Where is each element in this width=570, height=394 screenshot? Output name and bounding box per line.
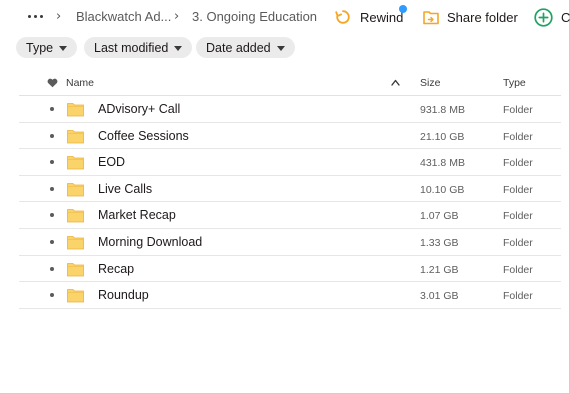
row-bullet-icon bbox=[50, 266, 54, 271]
row-name[interactable]: Live Calls bbox=[98, 182, 152, 196]
folder-icon bbox=[67, 209, 84, 223]
table-row[interactable]: Coffee Sessions 21.10 GB Folder bbox=[19, 123, 561, 150]
breadcrumb-item-parent[interactable]: Blackwatch Ad... bbox=[76, 9, 171, 24]
filter-last-modified[interactable]: Last modified bbox=[84, 37, 193, 58]
filter-last-modified-label: Last modified bbox=[94, 40, 169, 55]
filter-date-added-label: Date added bbox=[206, 40, 271, 55]
row-type: Folder bbox=[503, 290, 533, 303]
filter-type-label: Type bbox=[26, 40, 54, 55]
row-bullet-icon bbox=[50, 133, 54, 138]
folder-icon bbox=[67, 103, 84, 117]
table-row[interactable]: Recap 1.21 GB Folder bbox=[19, 256, 561, 283]
row-name[interactable]: ADvisory+ Call bbox=[98, 102, 180, 116]
row-size: 10.10 GB bbox=[420, 183, 465, 196]
row-bullet-icon bbox=[50, 186, 54, 191]
row-size: 1.33 GB bbox=[420, 237, 459, 249]
caret-down-icon bbox=[174, 46, 183, 51]
table-row[interactable]: Roundup 3.01 GB Folder bbox=[19, 282, 561, 309]
rewind-icon bbox=[335, 10, 350, 24]
create-button[interactable]: C bbox=[534, 5, 570, 29]
table-header: Name Size Type bbox=[19, 70, 561, 96]
row-name[interactable]: Roundup bbox=[98, 288, 149, 302]
row-type: Folder bbox=[503, 210, 533, 223]
row-type: Folder bbox=[503, 263, 533, 276]
row-size: 1.21 GB bbox=[420, 263, 459, 276]
row-type: Folder bbox=[503, 130, 533, 143]
folder-icon bbox=[67, 262, 84, 276]
row-size: 431.8 MB bbox=[420, 157, 465, 170]
row-name[interactable]: Market Recap bbox=[98, 208, 176, 222]
top-bar: › Blackwatch Ad... › 3. Ongoing Educatio… bbox=[0, 0, 570, 34]
filter-date-added[interactable]: Date added bbox=[196, 37, 295, 58]
row-size: 3.01 GB bbox=[420, 290, 459, 303]
chevron-right-icon: › bbox=[174, 9, 180, 24]
folder-icon bbox=[67, 236, 84, 250]
row-name[interactable]: EOD bbox=[98, 155, 125, 169]
column-header-size[interactable]: Size bbox=[420, 77, 440, 89]
table-row[interactable]: Morning Download 1.33 GB Folder bbox=[19, 229, 561, 256]
sort-ascending-icon[interactable] bbox=[391, 79, 400, 86]
caret-down-icon bbox=[276, 46, 285, 51]
row-name[interactable]: Coffee Sessions bbox=[98, 129, 189, 143]
more-options-icon[interactable] bbox=[28, 9, 44, 23]
window-frame: › Blackwatch Ad... › 3. Ongoing Educatio… bbox=[0, 0, 570, 394]
table-row[interactable]: Market Recap 1.07 GB Folder bbox=[19, 202, 561, 229]
plus-circle-icon bbox=[534, 7, 553, 27]
row-type: Folder bbox=[503, 183, 533, 196]
table-row[interactable]: Live Calls 10.10 GB Folder bbox=[19, 176, 561, 203]
rewind-button[interactable]: Rewind bbox=[334, 5, 403, 29]
table-row[interactable]: ADvisory+ Call 931.8 MB Folder bbox=[19, 96, 561, 123]
row-type: Folder bbox=[503, 157, 533, 170]
filter-type[interactable]: Type bbox=[16, 37, 78, 58]
row-bullet-icon bbox=[50, 213, 54, 218]
row-bullet-icon bbox=[50, 240, 54, 244]
chevron-right-icon: › bbox=[56, 9, 62, 24]
folder-icon bbox=[67, 129, 84, 143]
row-size: 1.07 GB bbox=[420, 210, 459, 223]
table-row[interactable]: EOD 431.8 MB Folder bbox=[19, 149, 561, 176]
caret-down-icon bbox=[59, 46, 68, 51]
column-header-name[interactable]: Name bbox=[66, 77, 94, 89]
row-name[interactable]: Recap bbox=[98, 262, 134, 276]
folder-icon bbox=[67, 156, 84, 170]
row-size: 21.10 GB bbox=[420, 130, 465, 143]
folder-icon bbox=[67, 289, 84, 303]
row-size: 931.8 MB bbox=[420, 104, 465, 116]
folder-icon bbox=[67, 182, 84, 197]
row-name[interactable]: Morning Download bbox=[98, 235, 202, 249]
row-type: Folder bbox=[503, 237, 533, 249]
column-header-type[interactable]: Type bbox=[503, 77, 526, 89]
row-type: Folder bbox=[503, 104, 533, 116]
create-label: C bbox=[561, 9, 570, 25]
share-folder-button[interactable]: Share folder bbox=[423, 5, 518, 29]
row-bullet-icon bbox=[50, 160, 54, 165]
breadcrumb-item-current[interactable]: 3. Ongoing Education bbox=[192, 9, 317, 24]
heart-icon[interactable] bbox=[47, 78, 58, 88]
share-folder-label: Share folder bbox=[447, 9, 518, 25]
row-bullet-icon bbox=[50, 107, 54, 111]
rewind-label: Rewind bbox=[360, 9, 404, 25]
share-folder-icon bbox=[423, 11, 439, 25]
row-bullet-icon bbox=[50, 293, 54, 298]
notification-dot bbox=[399, 5, 407, 13]
